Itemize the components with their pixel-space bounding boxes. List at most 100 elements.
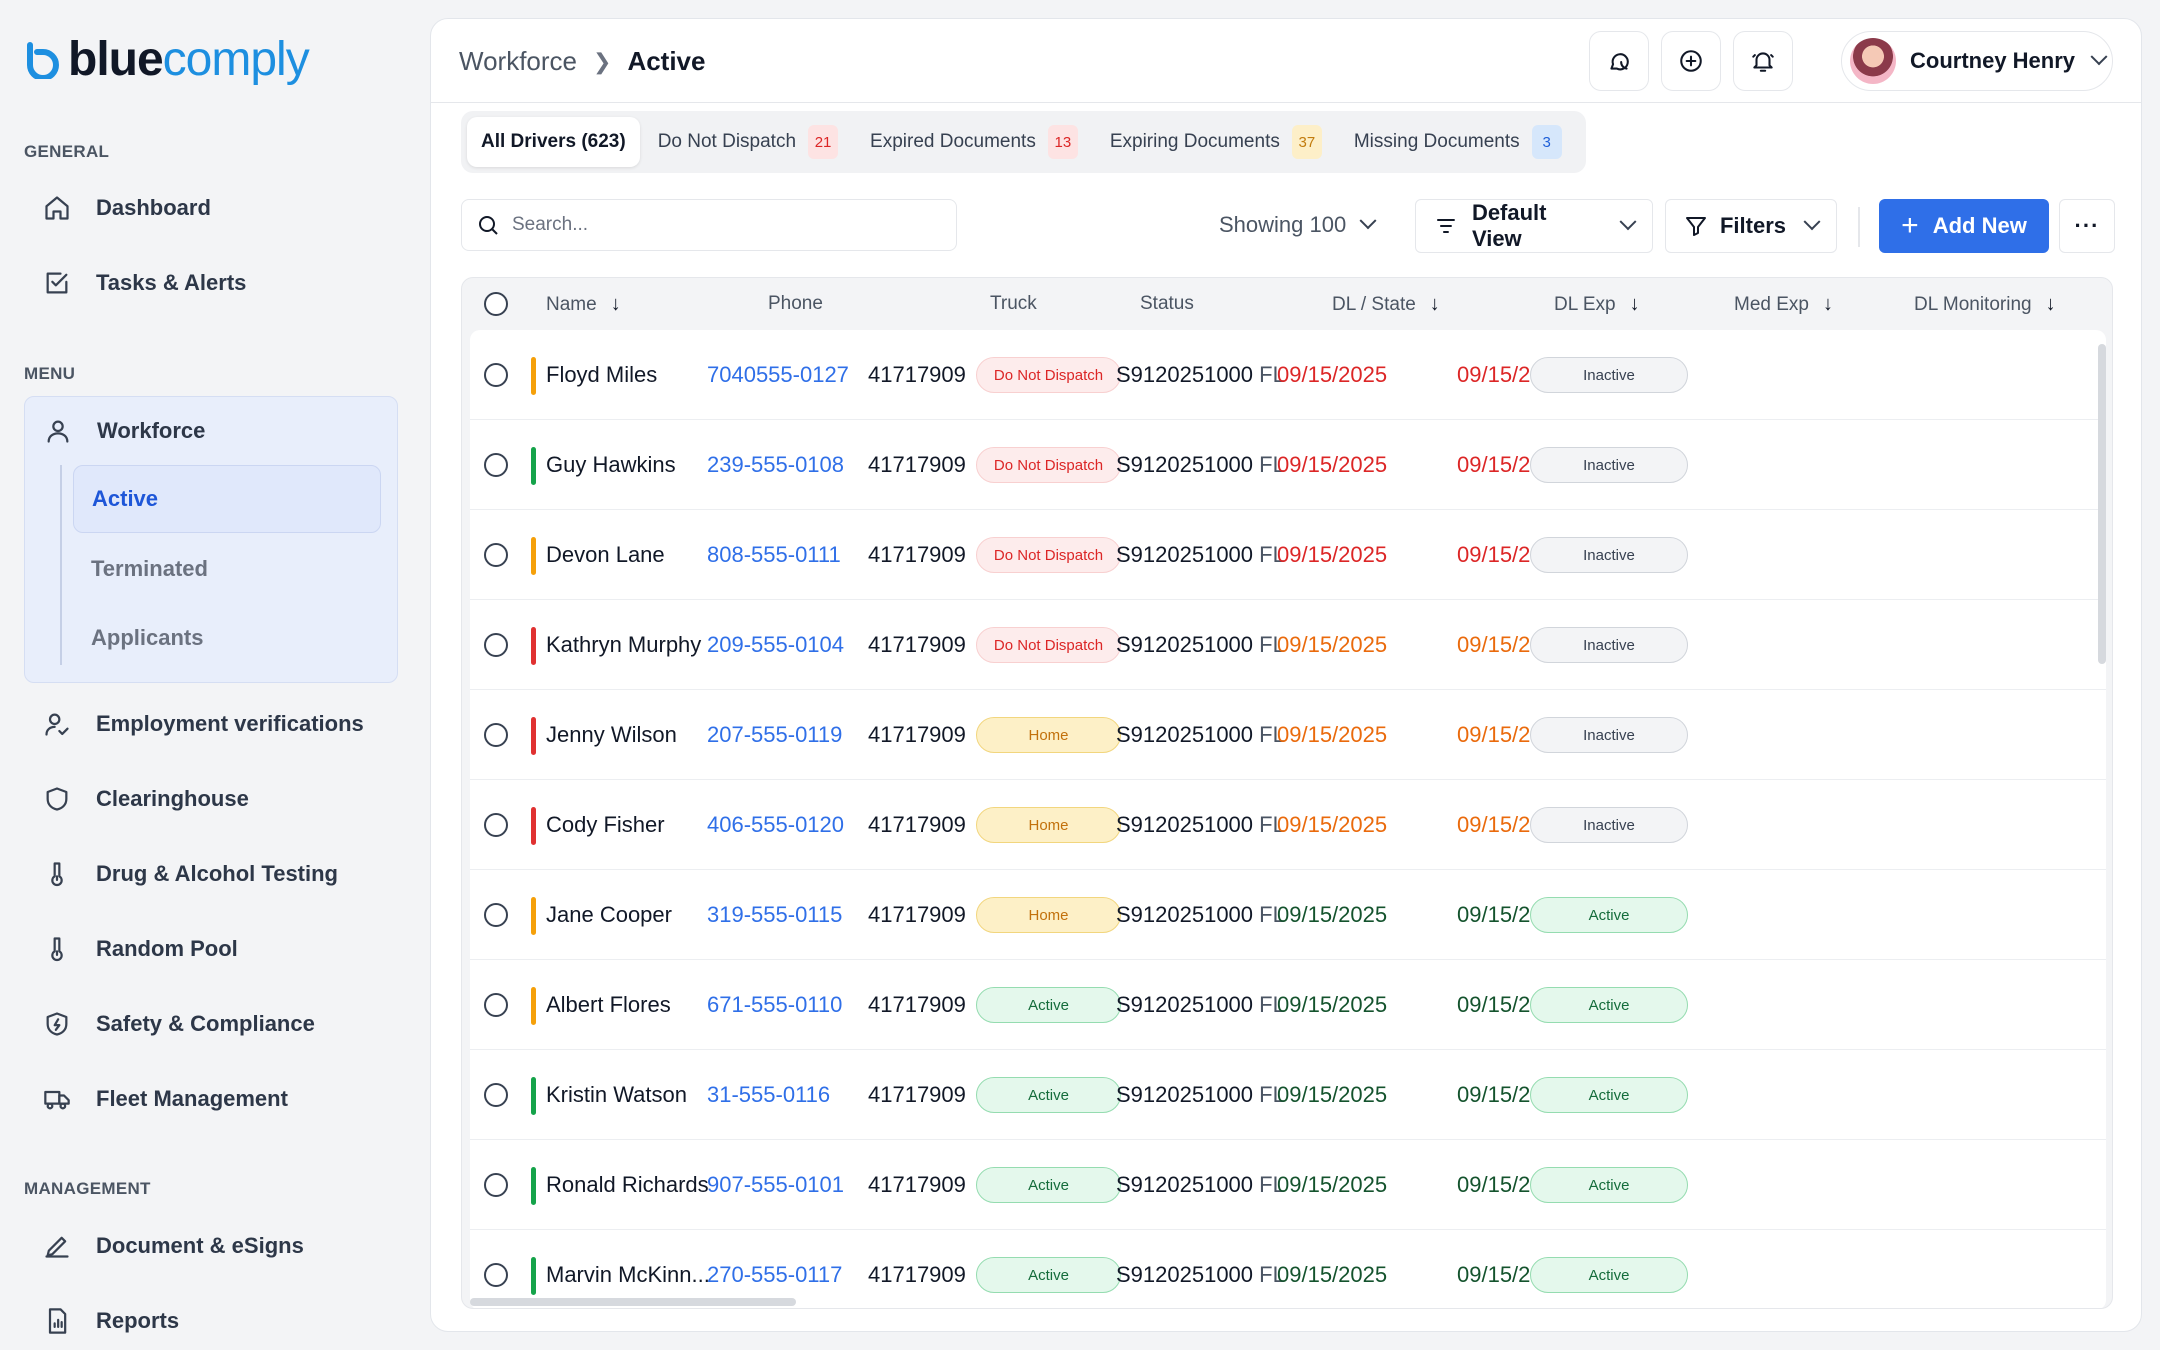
table-row[interactable]: Kathryn Murphy 209-555-0104 41717909 Do Not… (470, 600, 2106, 690)
view-select[interactable]: Default View (1415, 199, 1653, 253)
phone-link[interactable]: 31-555-0116 (707, 1082, 830, 1108)
dl-number: S9120251000 (1116, 632, 1254, 657)
row-checkbox[interactable] (484, 903, 508, 927)
truck-number: 41717909 (868, 542, 966, 567)
row-checkbox[interactable] (484, 993, 508, 1017)
table-row[interactable]: Floyd Miles 7040555-0127 41717909 Do Not Di… (470, 330, 2106, 420)
row-checkbox[interactable] (484, 453, 508, 477)
table-row[interactable]: Albert Flores 671-555-0110 41717909 Active S… (470, 960, 2106, 1050)
sidebar-subitem-terminated[interactable]: Terminated (73, 535, 381, 603)
driver-name[interactable]: Jenny Wilson (546, 722, 677, 748)
driver-name[interactable]: Devon Lane (546, 542, 665, 568)
driver-name[interactable]: Kathryn Murphy (546, 632, 701, 658)
filters-button[interactable]: Filters (1665, 199, 1837, 253)
column-header-dl-exp[interactable]: DL Exp ↓ (1554, 293, 1640, 316)
table-row[interactable]: Cody Fisher 406-555-0120 41717909 Home S9120… (470, 780, 2106, 870)
table-row[interactable]: Jenny Wilson 207-555-0119 41717909 Home S912… (470, 690, 2106, 780)
column-header-dl-monitoring[interactable]: DL Monitoring ↓ (1914, 293, 2056, 316)
phone-link[interactable]: 7040555-0127 (707, 362, 849, 388)
driver-name[interactable]: Ronald Richards (546, 1172, 709, 1198)
add-new-label: Add New (1932, 213, 2027, 238)
row-checkbox[interactable] (484, 1173, 508, 1197)
dl-number: S9120251000 (1116, 452, 1254, 477)
table-row[interactable]: Kristin Watson 31-555-0116 41717909 Active S… (470, 1050, 2106, 1140)
tab-do-not-dispatch[interactable]: Do Not Dispatch 21 (644, 117, 852, 167)
column-header-phone[interactable]: Phone (768, 293, 823, 315)
sidebar-item-random-pool[interactable]: Random Pool (24, 919, 396, 979)
sidebar-subitem-active[interactable]: Active (73, 465, 381, 533)
sort-arrow-down-icon: ↓ (1429, 293, 1440, 315)
status-badge: Do Not Dispatch (976, 627, 1121, 663)
breadcrumb-workforce[interactable]: Workforce (459, 46, 577, 77)
driver-name[interactable]: Albert Flores (546, 992, 671, 1018)
sidebar-item-document-esigns[interactable]: Document & eSigns (24, 1216, 396, 1276)
search-box[interactable] (461, 199, 957, 251)
phone-link[interactable]: 319-555-0115 (707, 902, 842, 928)
truck-icon (42, 1084, 72, 1114)
column-header-name[interactable]: Name ↓ (546, 293, 621, 316)
sidebar-item-dashboard[interactable]: Dashboard (24, 178, 396, 238)
status-badge: Do Not Dispatch (976, 537, 1121, 573)
tab-all-drivers[interactable]: All Drivers (623) (467, 117, 640, 167)
phone-link[interactable]: 808-555-0111 (707, 542, 841, 568)
row-checkbox[interactable] (484, 723, 508, 747)
driver-name[interactable]: Floyd Miles (546, 362, 657, 388)
notifications-button[interactable] (1733, 31, 1793, 91)
table-row[interactable]: Devon Lane 808-555-0111 41717909 Do Not Dis… (470, 510, 2106, 600)
page-size-select[interactable]: Showing 100 (1219, 199, 1377, 251)
thermometer-icon (42, 859, 72, 889)
horizontal-scrollbar[interactable] (470, 1298, 796, 1306)
sidebar-item-tasks-alerts[interactable]: Tasks & Alerts (24, 253, 396, 313)
sidebar-item-workforce[interactable]: Workforce (25, 401, 395, 461)
select-all-checkbox[interactable] (484, 292, 508, 316)
driver-name[interactable]: Marvin McKinn... (546, 1262, 710, 1288)
driver-name[interactable]: Jane Cooper (546, 902, 672, 928)
row-checkbox[interactable] (484, 633, 508, 657)
column-header-truck[interactable]: Truck (990, 293, 1037, 315)
user-menu[interactable]: Courtney Henry (1841, 31, 2113, 91)
chat-button[interactable] (1589, 31, 1649, 91)
sidebar-item-drug-alcohol-testing[interactable]: Drug & Alcohol Testing (24, 844, 396, 904)
row-checkbox[interactable] (484, 543, 508, 567)
bluecomply-logo[interactable]: bluecomply (24, 34, 310, 86)
logo-mark-icon (27, 42, 59, 79)
sidebar-item-clearinghouse[interactable]: Clearinghouse (24, 769, 396, 829)
truck-number: 41717909 (868, 722, 966, 747)
checkbox-icon (42, 268, 72, 298)
more-options-button[interactable]: ··· (2059, 199, 2115, 253)
sidebar-subitem-applicants[interactable]: Applicants (73, 604, 381, 672)
sidebar-item-reports[interactable]: Reports (24, 1291, 396, 1350)
sidebar-item-fleet-management[interactable]: Fleet Management (24, 1069, 396, 1129)
table-row[interactable]: Jane Cooper 319-555-0115 41717909 Home S9120… (470, 870, 2106, 960)
search-input[interactable] (512, 214, 932, 236)
phone-link[interactable]: 207-555-0119 (707, 722, 842, 748)
table-row[interactable]: Guy Hawkins 239-555-0108 41717909 Do Not Di… (470, 420, 2106, 510)
add-circle-button[interactable] (1661, 31, 1721, 91)
phone-link[interactable]: 907-555-0101 (707, 1172, 844, 1198)
column-header-status[interactable]: Status (1140, 293, 1194, 315)
row-checkbox[interactable] (484, 813, 508, 837)
driver-name[interactable]: Cody Fisher (546, 812, 665, 838)
row-checkbox[interactable] (484, 363, 508, 387)
tab-expiring-documents[interactable]: Expiring Documents 37 (1096, 117, 1336, 167)
dl-number: S9120251000 (1116, 542, 1254, 567)
driver-name[interactable]: Guy Hawkins (546, 452, 676, 478)
table-row[interactable]: Ronald Richards 907-555-0101 41717909 Activ… (470, 1140, 2106, 1230)
tab-expired-documents[interactable]: Expired Documents 13 (856, 117, 1092, 167)
column-header-dl-state[interactable]: DL / State ↓ (1332, 293, 1440, 316)
row-checkbox[interactable] (484, 1263, 508, 1287)
sidebar-item-safety-compliance[interactable]: Safety & Compliance (24, 994, 396, 1054)
phone-link[interactable]: 239-555-0108 (707, 452, 844, 478)
row-checkbox[interactable] (484, 1083, 508, 1107)
phone-link[interactable]: 406-555-0120 (707, 812, 844, 838)
add-new-button[interactable]: + Add New (1879, 199, 2049, 253)
phone-link[interactable]: 270-555-0117 (707, 1262, 842, 1288)
phone-link[interactable]: 671-555-0110 (707, 992, 842, 1018)
column-header-med-exp[interactable]: Med Exp ↓ (1734, 293, 1833, 316)
tab-missing-documents[interactable]: Missing Documents 3 (1340, 117, 1576, 167)
breadcrumb: Workforce ❯ Active (459, 46, 705, 77)
phone-link[interactable]: 209-555-0104 (707, 632, 844, 658)
driver-name[interactable]: Kristin Watson (546, 1082, 687, 1108)
vertical-scrollbar[interactable] (2098, 344, 2106, 664)
sidebar-item-employment-verifications[interactable]: Employment verifications (24, 694, 396, 754)
